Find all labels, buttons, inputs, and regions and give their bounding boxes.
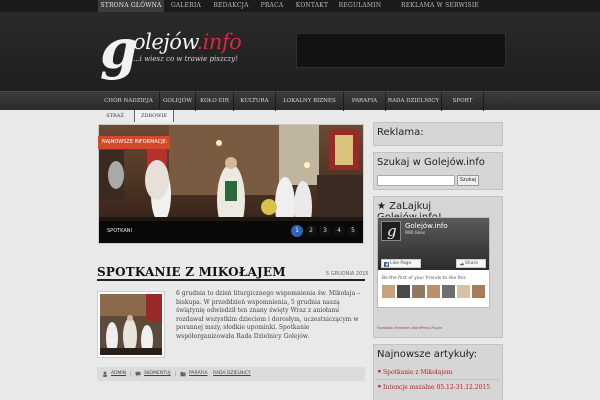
- meta-category-parish[interactable]: PARAFIA: [189, 370, 208, 378]
- facebook-share-label: Share: [465, 261, 478, 266]
- category-navigation: CHÓR NADZIEJA GOLEJÓW KOŁO EIR KULTURA L…: [0, 91, 600, 111]
- meta-separator: |: [130, 371, 132, 377]
- header-banner-slot: [296, 33, 506, 68]
- top-nav-item-gallery[interactable]: GALERIA: [168, 0, 204, 12]
- slide-caption-bar: SPOTKANI 1 2 3 4 5: [99, 221, 363, 243]
- author-icon: [103, 371, 107, 377]
- category-item-sport[interactable]: SPORT: [442, 92, 484, 111]
- search-button[interactable]: Szukaj: [457, 175, 479, 186]
- site-header: g olejów.info ...i wiesz co w trawie pis…: [0, 12, 600, 91]
- search-input[interactable]: [377, 175, 455, 186]
- newest-article-link[interactable]: Spotkanie z Mikołajem: [378, 369, 452, 376]
- widget-search: Szukaj w Golejów.info Szukaj: [373, 152, 503, 190]
- site-logo[interactable]: olejów.info: [133, 30, 242, 54]
- facebook-fan-avatar[interactable]: [457, 285, 470, 298]
- top-nav-item-home[interactable]: STRONA GŁÓWNA: [98, 0, 164, 12]
- category-item-parish[interactable]: PARAFIA: [344, 92, 386, 111]
- category-item-local-business[interactable]: LOKALNY BIZNES: [276, 92, 344, 111]
- facebook-friends-text: Be the first of your friends to like thi…: [382, 276, 466, 281]
- facebook-like-button[interactable]: Like Page: [381, 259, 421, 268]
- top-navigation: STRONA GŁÓWNA GALERIA REDAKCJA PRACA KON…: [0, 0, 600, 12]
- facebook-like-label: Like Page: [390, 261, 412, 266]
- logo-suffix: .info: [196, 30, 242, 54]
- facebook-fan-avatar[interactable]: [382, 285, 395, 298]
- thumbnail-image: [100, 294, 162, 355]
- slider-page-4[interactable]: 4: [333, 225, 345, 237]
- article-title[interactable]: SPOTKANIE Z MIKOŁAJEM: [97, 265, 286, 279]
- logo-text: olejów: [133, 30, 197, 54]
- facebook-fan-avatar[interactable]: [442, 285, 455, 298]
- article-meta-bar: ADMIN | SKOMENTUJ | PARAFIA , RADA DZIEL…: [97, 367, 365, 381]
- facebook-fan-avatar[interactable]: [427, 285, 440, 298]
- facebook-page-box: g Golejów.info 990 likes Like Page Share…: [377, 217, 490, 308]
- facebook-profile-letter: g: [387, 222, 397, 240]
- latest-news-badge: NAJNOWSZE INFORMACJE:: [98, 136, 170, 149]
- facebook-fan-avatar[interactable]: [412, 285, 425, 298]
- category-item-golejow[interactable]: GOLEJÓW: [160, 92, 196, 111]
- site-tagline: ...i wiesz co w trawie piszczy!: [133, 55, 238, 63]
- top-nav-item-contact[interactable]: KONTAKT: [292, 0, 332, 12]
- comment-icon: [135, 371, 141, 377]
- meta-category-district-council[interactable]: RADA DZIELNICY: [213, 370, 251, 378]
- category-item-culture[interactable]: KULTURA: [234, 92, 276, 111]
- article-excerpt: 6 grudnia to dzień liturgicznego wspomni…: [176, 290, 361, 340]
- slider-page-2[interactable]: 2: [305, 225, 317, 237]
- widget-newest-articles: Najnowsze artykuły: Spotkanie z Mikołaje…: [373, 344, 503, 400]
- subnav-item-fire-brigade[interactable]: STRAŻ: [100, 110, 130, 122]
- share-icon: [459, 262, 464, 266]
- article-date: 5 GRUDNIA 2015: [326, 271, 369, 277]
- category-item-kolo-eir[interactable]: KOŁO EIR: [196, 92, 234, 111]
- top-nav-item-editorial[interactable]: REDAKCJA: [208, 0, 254, 12]
- top-nav-item-jobs[interactable]: PRACA: [256, 0, 288, 12]
- article-thumbnail[interactable]: [97, 291, 165, 358]
- category-item-choir[interactable]: CHÓR NADZIEJA: [98, 92, 160, 111]
- facebook-cover-image[interactable]: g Golejów.info 990 likes Like Page Share: [378, 218, 489, 270]
- newest-article-divider: [377, 379, 499, 380]
- widget-title-newest: Najnowsze artykuły:: [377, 349, 478, 360]
- article-divider: [97, 279, 365, 281]
- slider-page-5[interactable]: 5: [347, 225, 359, 237]
- slide-title[interactable]: SPOTKANI: [107, 228, 132, 234]
- facebook-page-name[interactable]: Golejów.info: [405, 222, 448, 230]
- top-nav-item-advertising[interactable]: REKLAMA W SERWISIE: [390, 0, 490, 12]
- facebook-fan-avatar[interactable]: [397, 285, 410, 298]
- widget-title-advertising: Reklama:: [377, 127, 424, 138]
- widget-title-search: Szukaj w Golejów.info: [377, 157, 485, 168]
- slider-page-3[interactable]: 3: [319, 225, 331, 237]
- meta-separator: |: [175, 371, 177, 377]
- folder-icon: [180, 371, 186, 377]
- facebook-profile-picture[interactable]: g: [381, 221, 401, 241]
- category-item-district-council[interactable]: RADA DZIELNICY: [386, 92, 442, 111]
- newest-article-link[interactable]: Intencje mszalne 05.12-31.12.2015: [378, 384, 490, 391]
- facebook-share-button[interactable]: Share: [456, 259, 486, 268]
- facebook-icon: [384, 261, 389, 267]
- meta-separator: ,: [209, 371, 211, 377]
- top-nav-item-rules[interactable]: REGULAMIN: [336, 0, 384, 12]
- facebook-like-count: 990 likes: [405, 231, 426, 236]
- facebook-fan-avatar[interactable]: [472, 285, 485, 298]
- meta-author-link[interactable]: ADMIN: [111, 370, 126, 378]
- facebook-plugin-credit[interactable]: Facebook Members WordPress Plugin: [377, 326, 442, 330]
- widget-advertising: Reklama:: [373, 122, 503, 146]
- widget-facebook: ★ ZaLajkuj Golejów.info! g Golejów.info …: [373, 196, 503, 338]
- subnav-item-health[interactable]: ZDROWIE: [134, 110, 174, 122]
- meta-comments-link[interactable]: SKOMENTUJ: [144, 370, 171, 378]
- slider-page-1[interactable]: 1: [291, 225, 303, 237]
